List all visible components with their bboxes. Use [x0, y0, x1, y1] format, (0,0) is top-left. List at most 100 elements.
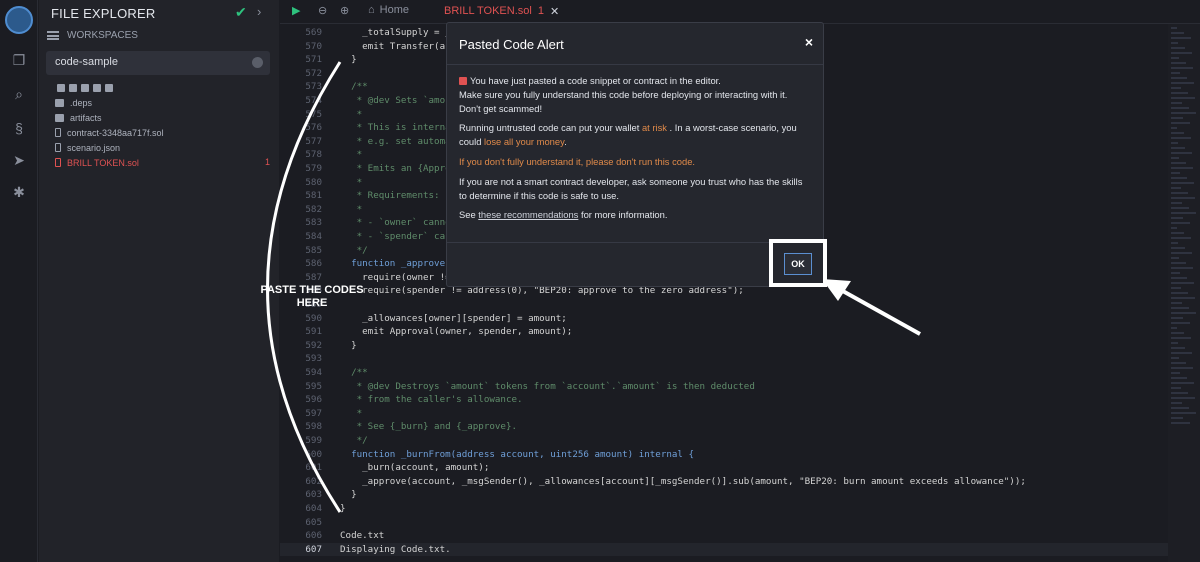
- minimap-stroke: [1171, 382, 1194, 384]
- deploy-icon[interactable]: ➤: [11, 152, 27, 168]
- minimap-stroke: [1171, 222, 1190, 224]
- minimap-stroke: [1171, 167, 1193, 169]
- minimap[interactable]: [1168, 24, 1200, 562]
- modal-developer-text: If you are not a smart contract develope…: [459, 175, 803, 201]
- github-icon[interactable]: [81, 84, 89, 92]
- minimap-stroke: [1171, 272, 1180, 274]
- minimap-stroke: [1171, 312, 1196, 314]
- line-number: 583: [305, 217, 322, 229]
- line-number: 569: [305, 27, 322, 38]
- compiler-icon[interactable]: §: [11, 120, 27, 136]
- ok-button[interactable]: OK: [784, 253, 812, 275]
- minimap-stroke: [1171, 232, 1184, 234]
- line-number: 594: [305, 367, 322, 378]
- pasted-code-alert-dialog: Pasted Code Alert × You have just pasted…: [446, 22, 824, 287]
- folder-icon[interactable]: [105, 84, 113, 92]
- tree-item-scenario[interactable]: scenario.json: [55, 140, 164, 155]
- line-number: 582: [305, 203, 322, 215]
- code-text: * @dev Destroys `amount` tokens from `ac…: [340, 380, 755, 392]
- line-number: 581: [305, 190, 322, 202]
- solidity-file-icon: [55, 128, 61, 137]
- minimap-stroke: [1171, 217, 1183, 219]
- line-number: 595: [305, 380, 322, 392]
- tab-brill-token[interactable]: BRILL TOKEN.sol 1 ✕: [436, 0, 567, 24]
- minimap-stroke: [1171, 322, 1190, 324]
- minimap-stroke: [1171, 82, 1194, 84]
- line-number: 602: [305, 475, 322, 487]
- minimap-stroke: [1171, 147, 1185, 149]
- minimap-stroke: [1171, 342, 1178, 344]
- minimap-stroke: [1171, 142, 1178, 144]
- minimap-stroke: [1171, 62, 1186, 64]
- minimap-stroke: [1171, 162, 1186, 164]
- code-text: * @dev Sets `amou: [340, 95, 451, 106]
- tree-item-brill-token[interactable]: BRILL TOKEN.sol: [55, 155, 164, 170]
- code-text: }: [340, 339, 357, 351]
- code-text: *: [340, 149, 363, 161]
- minimap-stroke: [1171, 317, 1183, 319]
- code-text: Displaying Code.txt.: [340, 543, 451, 555]
- code-text: * from the caller's allowance.: [340, 394, 523, 406]
- line-number: 607: [305, 543, 322, 555]
- line-number: 571: [305, 54, 322, 66]
- modal-body: You have just pasted a code snippet or c…: [447, 65, 823, 222]
- close-icon[interactable]: ×: [805, 34, 813, 50]
- run-icon[interactable]: ▶: [292, 4, 300, 17]
- new-folder-icon[interactable]: [69, 84, 77, 92]
- minimap-stroke: [1171, 332, 1184, 334]
- modal-dont-run-text: If you don't fully understand it, please…: [459, 155, 696, 167]
- tree-item-contract[interactable]: contract-3348aa717f.sol: [55, 125, 164, 140]
- warning-icon: [459, 77, 467, 85]
- check-icon: ✔: [235, 4, 247, 20]
- minimap-stroke: [1171, 247, 1185, 249]
- minimap-stroke: [1171, 337, 1191, 339]
- minimap-stroke: [1171, 192, 1188, 194]
- icon-rail: ❐ ⌕ § ➤ ✱: [0, 0, 38, 562]
- remix-logo-icon[interactable]: [5, 6, 33, 34]
- minimap-stroke: [1171, 357, 1179, 359]
- line-number: 570: [305, 40, 322, 52]
- code-text: *: [340, 203, 363, 215]
- tree-item-artifacts[interactable]: artifacts: [55, 110, 164, 125]
- minimap-stroke: [1171, 42, 1178, 44]
- hamburger-icon[interactable]: [47, 31, 59, 40]
- debugger-icon[interactable]: ✱: [11, 184, 27, 200]
- line-number: 585: [305, 244, 322, 256]
- editor-tabs: ▶ ⊖ ⊕ ⌂ Home BRILL TOKEN.sol 1 ✕: [280, 0, 1200, 24]
- line-number: 600: [305, 448, 322, 460]
- code-text: *: [340, 407, 363, 419]
- zoom-in-icon[interactable]: ⊕: [340, 4, 349, 17]
- new-file-icon[interactable]: [57, 84, 65, 92]
- tree-item-deps[interactable]: .deps: [55, 95, 164, 110]
- modal-intro: You have just pasted a code snippet or c…: [459, 75, 788, 114]
- minimap-stroke: [1171, 87, 1181, 89]
- file-explorer-icon[interactable]: ❐: [11, 52, 27, 68]
- recommendations-link[interactable]: these recommendations: [478, 209, 578, 220]
- workspace-select[interactable]: code-sample: [46, 51, 270, 75]
- minimap-stroke: [1171, 102, 1182, 104]
- code-text: _burn(account, amount);: [340, 462, 490, 474]
- code-text: function _approve: [340, 258, 446, 270]
- upload-icon[interactable]: [93, 84, 101, 92]
- code-text: _approve(account, _msgSender(), _allowan…: [340, 475, 1026, 487]
- line-number: 598: [305, 421, 322, 433]
- code-text: Code.txt: [340, 530, 385, 542]
- close-tab-icon[interactable]: ✕: [550, 5, 559, 19]
- line-number: 603: [305, 489, 322, 501]
- code-text: * Emits an {Appro: [340, 163, 451, 174]
- explorer-title: FILE EXPLORER: [51, 6, 156, 21]
- search-icon[interactable]: ⌕: [11, 86, 27, 102]
- minimap-stroke: [1171, 292, 1188, 294]
- tab-home[interactable]: ⌂ Home: [368, 4, 409, 16]
- chevron-right-icon[interactable]: ›: [257, 4, 261, 19]
- workspaces-row: WORKSPACES: [47, 30, 138, 41]
- minimap-stroke: [1171, 92, 1188, 94]
- line-number: 601: [305, 462, 322, 474]
- zoom-out-icon[interactable]: ⊖: [318, 4, 327, 17]
- paste-label: PASTE THE CODES HERE: [260, 284, 364, 309]
- line-number: 572: [305, 67, 322, 79]
- minimap-stroke: [1171, 242, 1178, 244]
- line-number: 576: [305, 122, 322, 134]
- minimap-stroke: [1171, 262, 1186, 264]
- line-number: 586: [305, 258, 322, 270]
